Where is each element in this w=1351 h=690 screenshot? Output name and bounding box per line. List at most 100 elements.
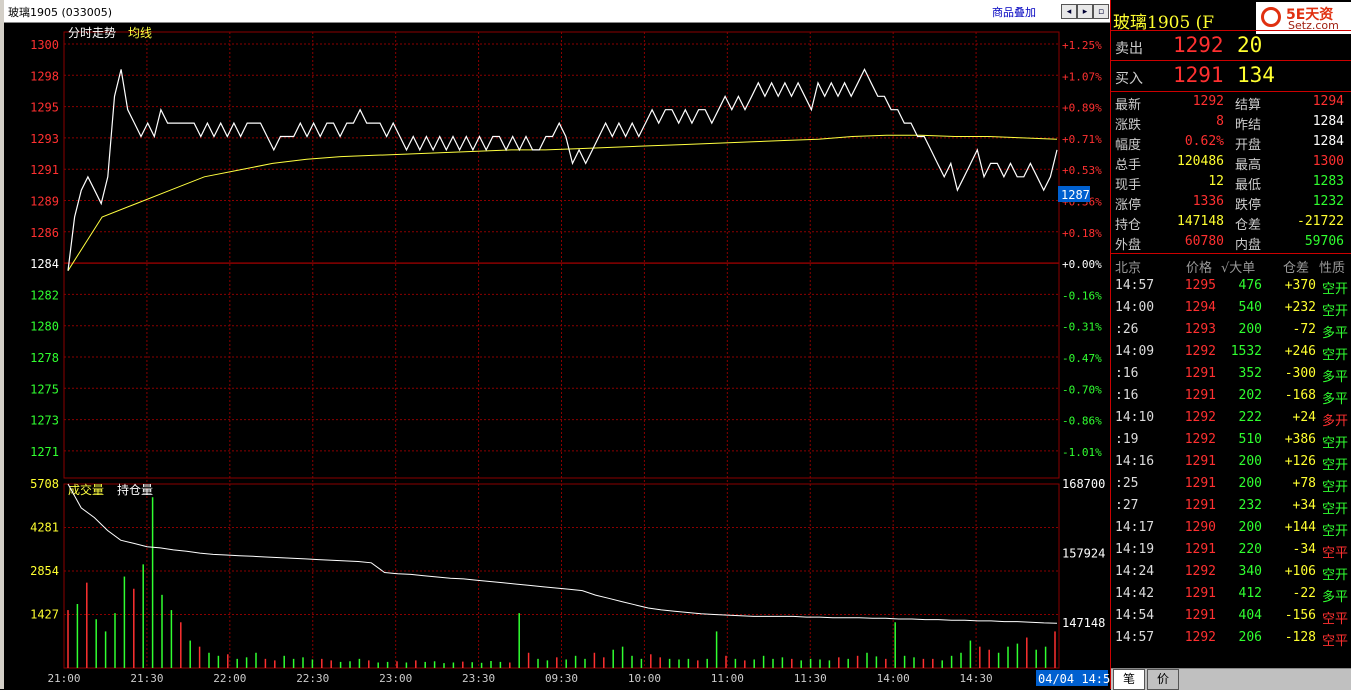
trade-price: 1291: [1184, 498, 1216, 513]
trade-row[interactable]: 14:42 1291 412 -22 多平: [1111, 583, 1351, 605]
stat-row: 最新 1292 结算 1294: [1111, 92, 1351, 113]
trade-row[interactable]: :27 1291 232 +34 空开: [1111, 495, 1351, 517]
trade-volume: 232: [1238, 498, 1262, 513]
volume-bars: [67, 497, 1056, 668]
trade-oi: +78: [1292, 476, 1316, 491]
tab-tick[interactable]: 笔: [1113, 669, 1145, 690]
ask-volume: 20: [1237, 33, 1263, 57]
stat-label: 内盘: [1235, 238, 1262, 253]
trade-oi: -300: [1284, 366, 1316, 381]
trade-row[interactable]: 14:16 1291 200 +126 空开: [1111, 451, 1351, 473]
stat-value: 0.62%: [1184, 134, 1224, 149]
stat-label: 仓差: [1235, 218, 1262, 233]
trade-row[interactable]: 14:24 1292 340 +106 空开: [1111, 561, 1351, 583]
avg-legend-label: 均线: [128, 26, 152, 40]
trade-time: :16: [1115, 388, 1139, 403]
trade-type: 空开: [1321, 304, 1348, 319]
trade-type: 空平: [1321, 612, 1348, 627]
header-type: 性质: [1319, 261, 1346, 276]
trade-oi: +386: [1284, 432, 1316, 447]
bid-volume: 134: [1237, 63, 1275, 87]
stat-label: 持仓: [1115, 218, 1142, 233]
stat-row: 外盘 60780 内盘 59706: [1111, 232, 1351, 253]
bid-label: 买入: [1115, 71, 1143, 87]
time-tick: 11:30: [794, 672, 827, 685]
trade-row[interactable]: 14:17 1290 200 +144 空开: [1111, 517, 1351, 539]
trade-volume: 200: [1238, 454, 1262, 469]
time-tick: 10:00: [628, 672, 661, 685]
trade-price: 1291: [1184, 586, 1216, 601]
volume-tick: 1427: [30, 608, 59, 622]
trade-time: 14:57: [1115, 630, 1155, 645]
trade-time: 14:57: [1115, 278, 1155, 293]
time-tick: 14:00: [877, 672, 910, 685]
percent-tick: -0.86%: [1062, 415, 1102, 428]
trade-type: 空开: [1321, 282, 1348, 297]
trade-oi: +144: [1284, 520, 1316, 535]
price-axis-left: 1300 1298 1295 1293 1291 1289 1286 1284 1282 1280…: [30, 38, 59, 459]
stat-value: 59706: [1304, 234, 1344, 249]
price-tick: 1278: [30, 351, 59, 365]
trade-row[interactable]: :16 1291 352 -300 多平: [1111, 363, 1351, 385]
trade-row[interactable]: 14:57 1295 476 +370 空开: [1111, 275, 1351, 297]
price-tick: 1300: [30, 38, 59, 52]
price-tick: 1293: [30, 132, 59, 146]
trade-row[interactable]: :19 1292 510 +386 空开: [1111, 429, 1351, 451]
percent-tick: -1.01%: [1062, 446, 1102, 459]
trade-row[interactable]: 14:19 1291 220 -34 空平: [1111, 539, 1351, 561]
volume-tick: 5708: [30, 477, 59, 491]
stat-value: 1292: [1192, 94, 1224, 109]
trade-price: 1292: [1184, 432, 1216, 447]
restore-icon[interactable]: ▫: [1093, 4, 1109, 19]
trade-price: 1295: [1184, 278, 1216, 293]
percent-tick: -0.16%: [1062, 289, 1102, 302]
trade-row[interactable]: :25 1291 200 +78 空开: [1111, 473, 1351, 495]
trade-row[interactable]: 14:57 1292 206 -128 空平: [1111, 627, 1351, 649]
current-price-label: 1287: [1061, 188, 1090, 202]
trade-row[interactable]: 14:10 1292 222 +24 多开: [1111, 407, 1351, 429]
trade-volume: 200: [1238, 322, 1262, 337]
price-tick: 1271: [30, 445, 59, 459]
percent-tick: +0.71%: [1062, 133, 1102, 146]
chevron-left-icon[interactable]: ◂: [1061, 4, 1077, 19]
trade-price: 1291: [1184, 366, 1216, 381]
trade-oi: +370: [1284, 278, 1316, 293]
trade-time: 14:54: [1115, 608, 1155, 623]
stat-value: 1294: [1312, 94, 1344, 109]
trade-price: 1291: [1184, 608, 1216, 623]
header-oi: 仓差: [1283, 261, 1310, 276]
stat-row: 持仓 147148 仓差 -21722: [1111, 212, 1351, 233]
stat-label: 最新: [1115, 98, 1142, 113]
chart-title: 玻璃1905 (033005): [8, 6, 113, 19]
trade-volume: 340: [1238, 564, 1262, 579]
trade-time: 14:17: [1115, 520, 1155, 535]
trade-row[interactable]: 14:00 1294 540 +232 空开: [1111, 297, 1351, 319]
tab-price[interactable]: 价: [1147, 669, 1179, 690]
trade-row[interactable]: :16 1291 202 -168 多平: [1111, 385, 1351, 407]
trade-row[interactable]: 14:54 1291 404 -156 空平: [1111, 605, 1351, 627]
intraday-chart[interactable]: 1300 1298 1295 1293 1291 1289 1286 1284 1282 1280…: [4, 22, 1110, 689]
time-tick: 23:30: [462, 672, 495, 685]
trade-oi: -156: [1284, 608, 1316, 623]
oi-tick: 168700: [1062, 477, 1105, 491]
ask-label: 卖出: [1115, 41, 1143, 57]
time-tick: 21:30: [130, 672, 163, 685]
oi-tick: 157924: [1062, 547, 1105, 561]
trade-price: 1291: [1184, 454, 1216, 469]
trade-time: 14:42: [1115, 586, 1155, 601]
stat-value: 120486: [1177, 154, 1224, 169]
time-axis: 21:00 21:30 22:00 22:30 23:00 23:30 09:30 10:00…: [47, 672, 992, 685]
trade-type: 多平: [1321, 392, 1348, 407]
chevron-right-icon[interactable]: ▸: [1077, 4, 1093, 19]
trade-time: :16: [1115, 366, 1139, 381]
percent-tick: -0.70%: [1062, 383, 1102, 396]
trade-time: 14:24: [1115, 564, 1155, 579]
overlay-commodity-button[interactable]: 商品叠加: [992, 4, 1036, 20]
percent-tick: +0.89%: [1062, 102, 1102, 115]
trade-row[interactable]: :26 1293 200 -72 多平: [1111, 319, 1351, 341]
percent-axis-right: +1.25%+1.07%+0.89%+0.71%+0.53%+0.36%+0.1…: [1062, 39, 1102, 459]
trade-oi: -34: [1292, 542, 1316, 557]
trade-row[interactable]: 14:09 1292 1532 +246 空开: [1111, 341, 1351, 363]
price-tick: 1275: [30, 382, 59, 396]
stat-value: 1336: [1192, 194, 1224, 209]
